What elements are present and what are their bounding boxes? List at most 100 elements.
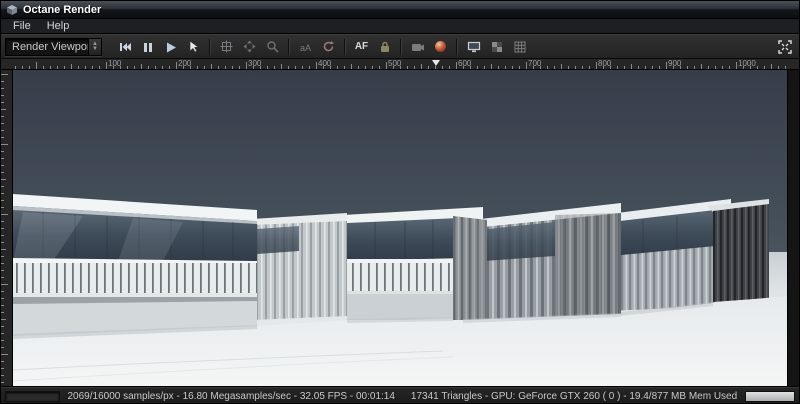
- ruler-tick: [708, 66, 709, 69]
- ruler-tick: [1, 102, 4, 103]
- zoom-view-button[interactable]: [262, 37, 283, 57]
- ruler-tick: [456, 62, 457, 69]
- display-mode-button[interactable]: [463, 37, 484, 57]
- ruler-tick: [365, 66, 366, 69]
- ruler-tick: [106, 62, 107, 69]
- toolbar: Render Viewport ▲ ▼ aA AF: [1, 34, 799, 59]
- ruler-tick: [386, 62, 387, 69]
- skip-to-start-button[interactable]: [114, 37, 135, 57]
- ruler-tick: [211, 64, 212, 69]
- ruler-tick: [176, 62, 177, 69]
- skip-to-start-icon: [119, 42, 131, 51]
- menu-help[interactable]: Help: [39, 20, 78, 32]
- font-aa-icon: aA: [300, 43, 311, 53]
- ruler-position-marker[interactable]: [432, 60, 440, 66]
- ruler-tick: [1, 284, 8, 285]
- memory-progress-bar: [745, 390, 795, 402]
- ruler-tick: [1, 340, 4, 341]
- ruler-tick: [64, 66, 65, 69]
- ruler-tick: [1, 221, 4, 222]
- pick-cursor-button[interactable]: [183, 37, 204, 57]
- spinner-arrows-icon[interactable]: ▲ ▼: [88, 38, 101, 55]
- material-ball-button[interactable]: [430, 37, 451, 57]
- ruler-tick: [78, 66, 79, 69]
- ruler-tick: [659, 66, 660, 69]
- ruler-tick: [267, 66, 268, 69]
- horizontal-ruler[interactable]: 100 200 300 400 500 600 700 800 900 1000: [1, 59, 799, 70]
- ruler-tick: [15, 66, 16, 69]
- ruler-tick: [1, 165, 4, 166]
- ruler-tick: [694, 66, 695, 69]
- checker-background-button[interactable]: [486, 37, 507, 57]
- building-second: [343, 207, 487, 324]
- ruler-tick: [1, 88, 4, 89]
- ruler-tick: [99, 66, 100, 69]
- camera-button[interactable]: [407, 37, 428, 57]
- ruler-label: 100: [108, 59, 122, 68]
- refresh-render-button[interactable]: [318, 37, 339, 57]
- ruler-tick: [1, 81, 4, 82]
- toolbar-separator: [209, 38, 211, 55]
- ruler-tick: [288, 66, 289, 69]
- ruler-tick: [1, 347, 4, 348]
- ruler-tick: [1, 228, 4, 229]
- pause-button[interactable]: [137, 37, 158, 57]
- pan-view-button[interactable]: [239, 37, 260, 57]
- vertical-ruler[interactable]: [1, 70, 13, 386]
- ruler-tick: [246, 62, 247, 69]
- lock-resolution-button[interactable]: [374, 37, 395, 57]
- ruler-tick: [1, 158, 4, 159]
- ruler-label: 800: [598, 59, 612, 68]
- viewport-select[interactable]: Render Viewport ▲ ▼: [5, 37, 102, 56]
- fullscreen-icon: [777, 39, 792, 54]
- ruler-tick: [421, 64, 422, 69]
- ruler-tick: [512, 66, 513, 69]
- grid-overlay-button[interactable]: [509, 37, 530, 57]
- ruler-tick: [715, 66, 716, 69]
- ruler-tick: [701, 64, 702, 69]
- ruler-tick: [575, 66, 576, 69]
- ruler-tick: [582, 66, 583, 69]
- af-toggle-button[interactable]: AF: [351, 37, 372, 57]
- ruler-tick: [1, 123, 4, 124]
- ruler-tick: [638, 66, 639, 69]
- title-bar[interactable]: Octane Render: [1, 1, 799, 19]
- ruler-label: 400: [318, 59, 332, 68]
- ruler-tick: [736, 62, 737, 69]
- refresh-icon: [323, 41, 334, 52]
- ruler-tick: [757, 66, 758, 69]
- ruler-tick: [1, 249, 6, 250]
- ruler-tick: [1, 214, 8, 215]
- ruler-tick: [302, 66, 303, 69]
- ruler-tick: [722, 66, 723, 69]
- focus-pick-icon: [220, 40, 233, 53]
- ruler-tick: [407, 66, 408, 69]
- ruler-label: 700: [528, 59, 542, 68]
- fullscreen-button[interactable]: [774, 37, 795, 57]
- ruler-tick: [1, 263, 4, 264]
- ruler-tick: [225, 66, 226, 69]
- render-viewport[interactable]: [12, 70, 787, 386]
- ruler-tick: [239, 66, 240, 69]
- menu-bar: File Help: [1, 19, 799, 34]
- building-left: [13, 194, 257, 338]
- play-button[interactable]: [160, 37, 181, 57]
- ruler-tick: [295, 66, 296, 69]
- focus-pick-button[interactable]: [216, 37, 237, 57]
- ruler-tick: [1, 333, 4, 334]
- ruler-tick: [785, 66, 786, 69]
- toolbar-separator: [344, 38, 346, 55]
- status-bar: 2069/16000 samples/px - 16.80 Megasample…: [1, 386, 799, 403]
- ruler-tick: [596, 62, 597, 69]
- font-aa-button[interactable]: aA: [295, 37, 316, 57]
- ruler-tick: [155, 66, 156, 69]
- menu-file[interactable]: File: [5, 20, 39, 32]
- ruler-tick: [484, 66, 485, 69]
- ruler-label: 200: [178, 59, 192, 68]
- ruler-tick: [729, 66, 730, 69]
- ruler-tick: [274, 66, 275, 69]
- ruler-tick: [379, 66, 380, 69]
- zoom-icon: [267, 41, 279, 53]
- camera-icon: [411, 43, 424, 51]
- pan-icon: [243, 40, 256, 53]
